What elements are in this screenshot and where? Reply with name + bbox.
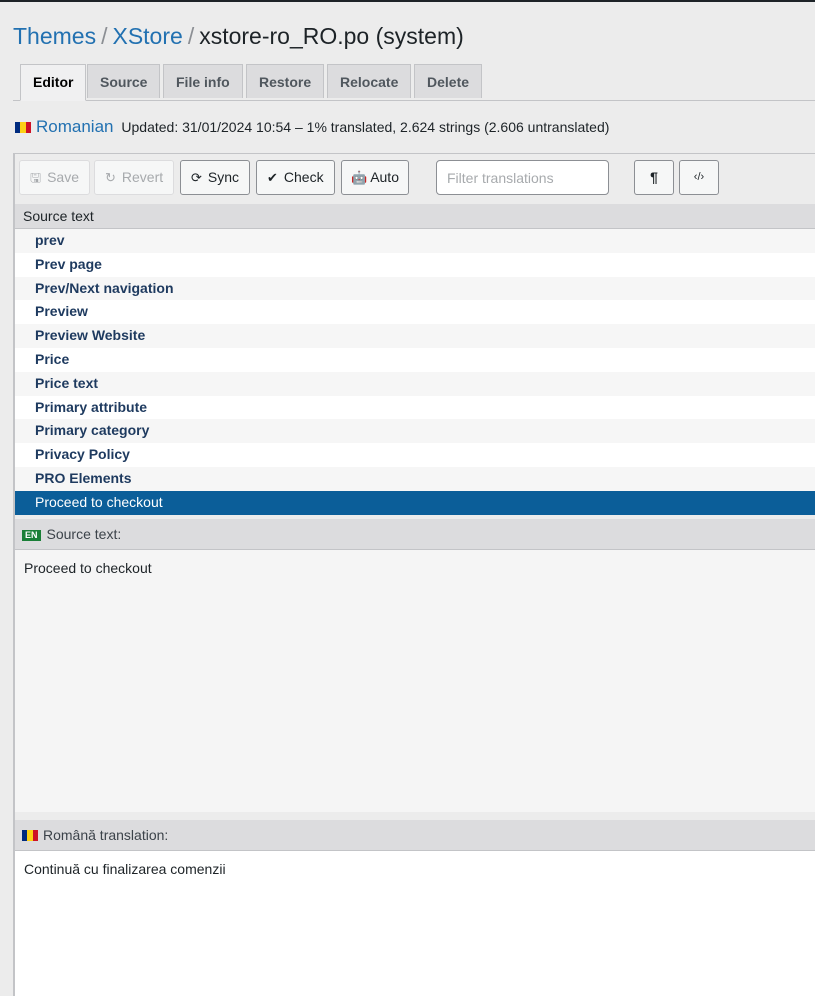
code-icon: ‹/› — [693, 171, 705, 183]
top-bar — [0, 0, 815, 2]
tab-source[interactable]: Source — [87, 64, 161, 98]
translation-textarea[interactable]: Continuă cu finalizarea comenzii — [15, 851, 815, 996]
save-button[interactable]: 🖫 Save — [19, 160, 90, 195]
list-item[interactable]: Proceed to checkout — [15, 490, 815, 515]
list-item[interactable]: Primary attribute — [15, 395, 815, 420]
check-label: Check — [283, 169, 324, 185]
check-button[interactable]: ✔ Check — [256, 160, 335, 195]
source-pane-header: EN Source text: — [15, 519, 815, 550]
breadcrumb-themes-link[interactable]: Themes — [13, 23, 96, 49]
revert-button[interactable]: ↻ Revert — [94, 160, 175, 195]
romania-flag-icon — [15, 122, 31, 133]
breadcrumb-separator: / — [101, 23, 108, 49]
code-view-button[interactable]: ‹/› — [679, 160, 719, 195]
list-item[interactable]: Preview Website — [15, 324, 815, 348]
tab-restore[interactable]: Restore — [246, 64, 325, 98]
translation-pane-header: Română translation: — [15, 820, 815, 851]
breadcrumb-separator: / — [187, 23, 195, 49]
tab-editor[interactable]: Editor — [20, 64, 87, 101]
sync-label: Sync — [207, 169, 240, 185]
save-label: Save — [47, 169, 79, 185]
romania-flag-icon — [22, 830, 38, 841]
tab-file-info[interactable]: File info — [163, 64, 243, 98]
robot-icon: 🤖 — [351, 170, 368, 185]
list-item[interactable]: prev — [15, 229, 815, 253]
sync-button[interactable]: ⟳ Sync — [180, 160, 251, 195]
editor-toolbar: 🖫 Save ↻ Revert ⟳ Sync ✔ Check 🤖Auto ¶ ‹/› — [15, 154, 815, 204]
source-pane-label: Source text: — [46, 526, 122, 542]
translation-pane-label: Română translation: — [43, 827, 169, 843]
list-item[interactable]: Price — [15, 347, 815, 372]
string-list: prev Prev page Prev/Next navigation Prev… — [15, 229, 815, 515]
file-status: Romanian Updated: 31/01/2024 10:54 – 1% … — [15, 117, 609, 137]
list-item[interactable]: PRO Elements — [15, 466, 815, 491]
show-invisibles-button[interactable]: ¶ — [634, 160, 674, 195]
revert-icon: ↻ — [105, 170, 116, 185]
list-header: Source text — [15, 204, 815, 229]
check-icon: ✔ — [267, 170, 278, 185]
source-text-view: Proceed to checkout — [15, 550, 815, 812]
status-text: Updated: 31/01/2024 10:54 – 1% translate… — [121, 119, 610, 135]
pilcrow-icon: ¶ — [650, 169, 658, 185]
list-item[interactable]: Preview — [15, 300, 815, 325]
po-editor: 🖫 Save ↻ Revert ⟳ Sync ✔ Check 🤖Auto ¶ ‹/› S… — [13, 153, 815, 996]
tab-delete[interactable]: Delete — [414, 64, 483, 98]
floppy-icon: 🖫 — [30, 170, 42, 185]
list-item[interactable]: Prev page — [15, 252, 815, 277]
breadcrumb-xstore-link[interactable]: XStore — [112, 23, 182, 49]
list-item[interactable]: Price text — [15, 371, 815, 396]
page-title: xstore-ro_RO.po (system) — [199, 23, 464, 49]
tab-bar: Editor Source File info Restore Relocate… — [13, 64, 815, 101]
list-item[interactable]: Prev/Next navigation — [15, 276, 815, 301]
auto-label: Auto — [370, 169, 399, 185]
language-link[interactable]: Romanian — [36, 117, 114, 136]
breadcrumb: Themes / XStore / xstore-ro_RO.po (system) — [13, 22, 464, 50]
revert-label: Revert — [121, 169, 164, 185]
tab-relocate[interactable]: Relocate — [327, 64, 412, 98]
sync-icon: ⟳ — [191, 170, 202, 185]
list-item[interactable]: Primary category — [15, 419, 815, 444]
auto-translate-button[interactable]: 🤖 Auto — [341, 160, 409, 195]
list-item[interactable]: Privacy Policy — [15, 443, 815, 467]
en-badge: EN — [22, 530, 41, 541]
filter-translations-input[interactable] — [436, 160, 609, 195]
